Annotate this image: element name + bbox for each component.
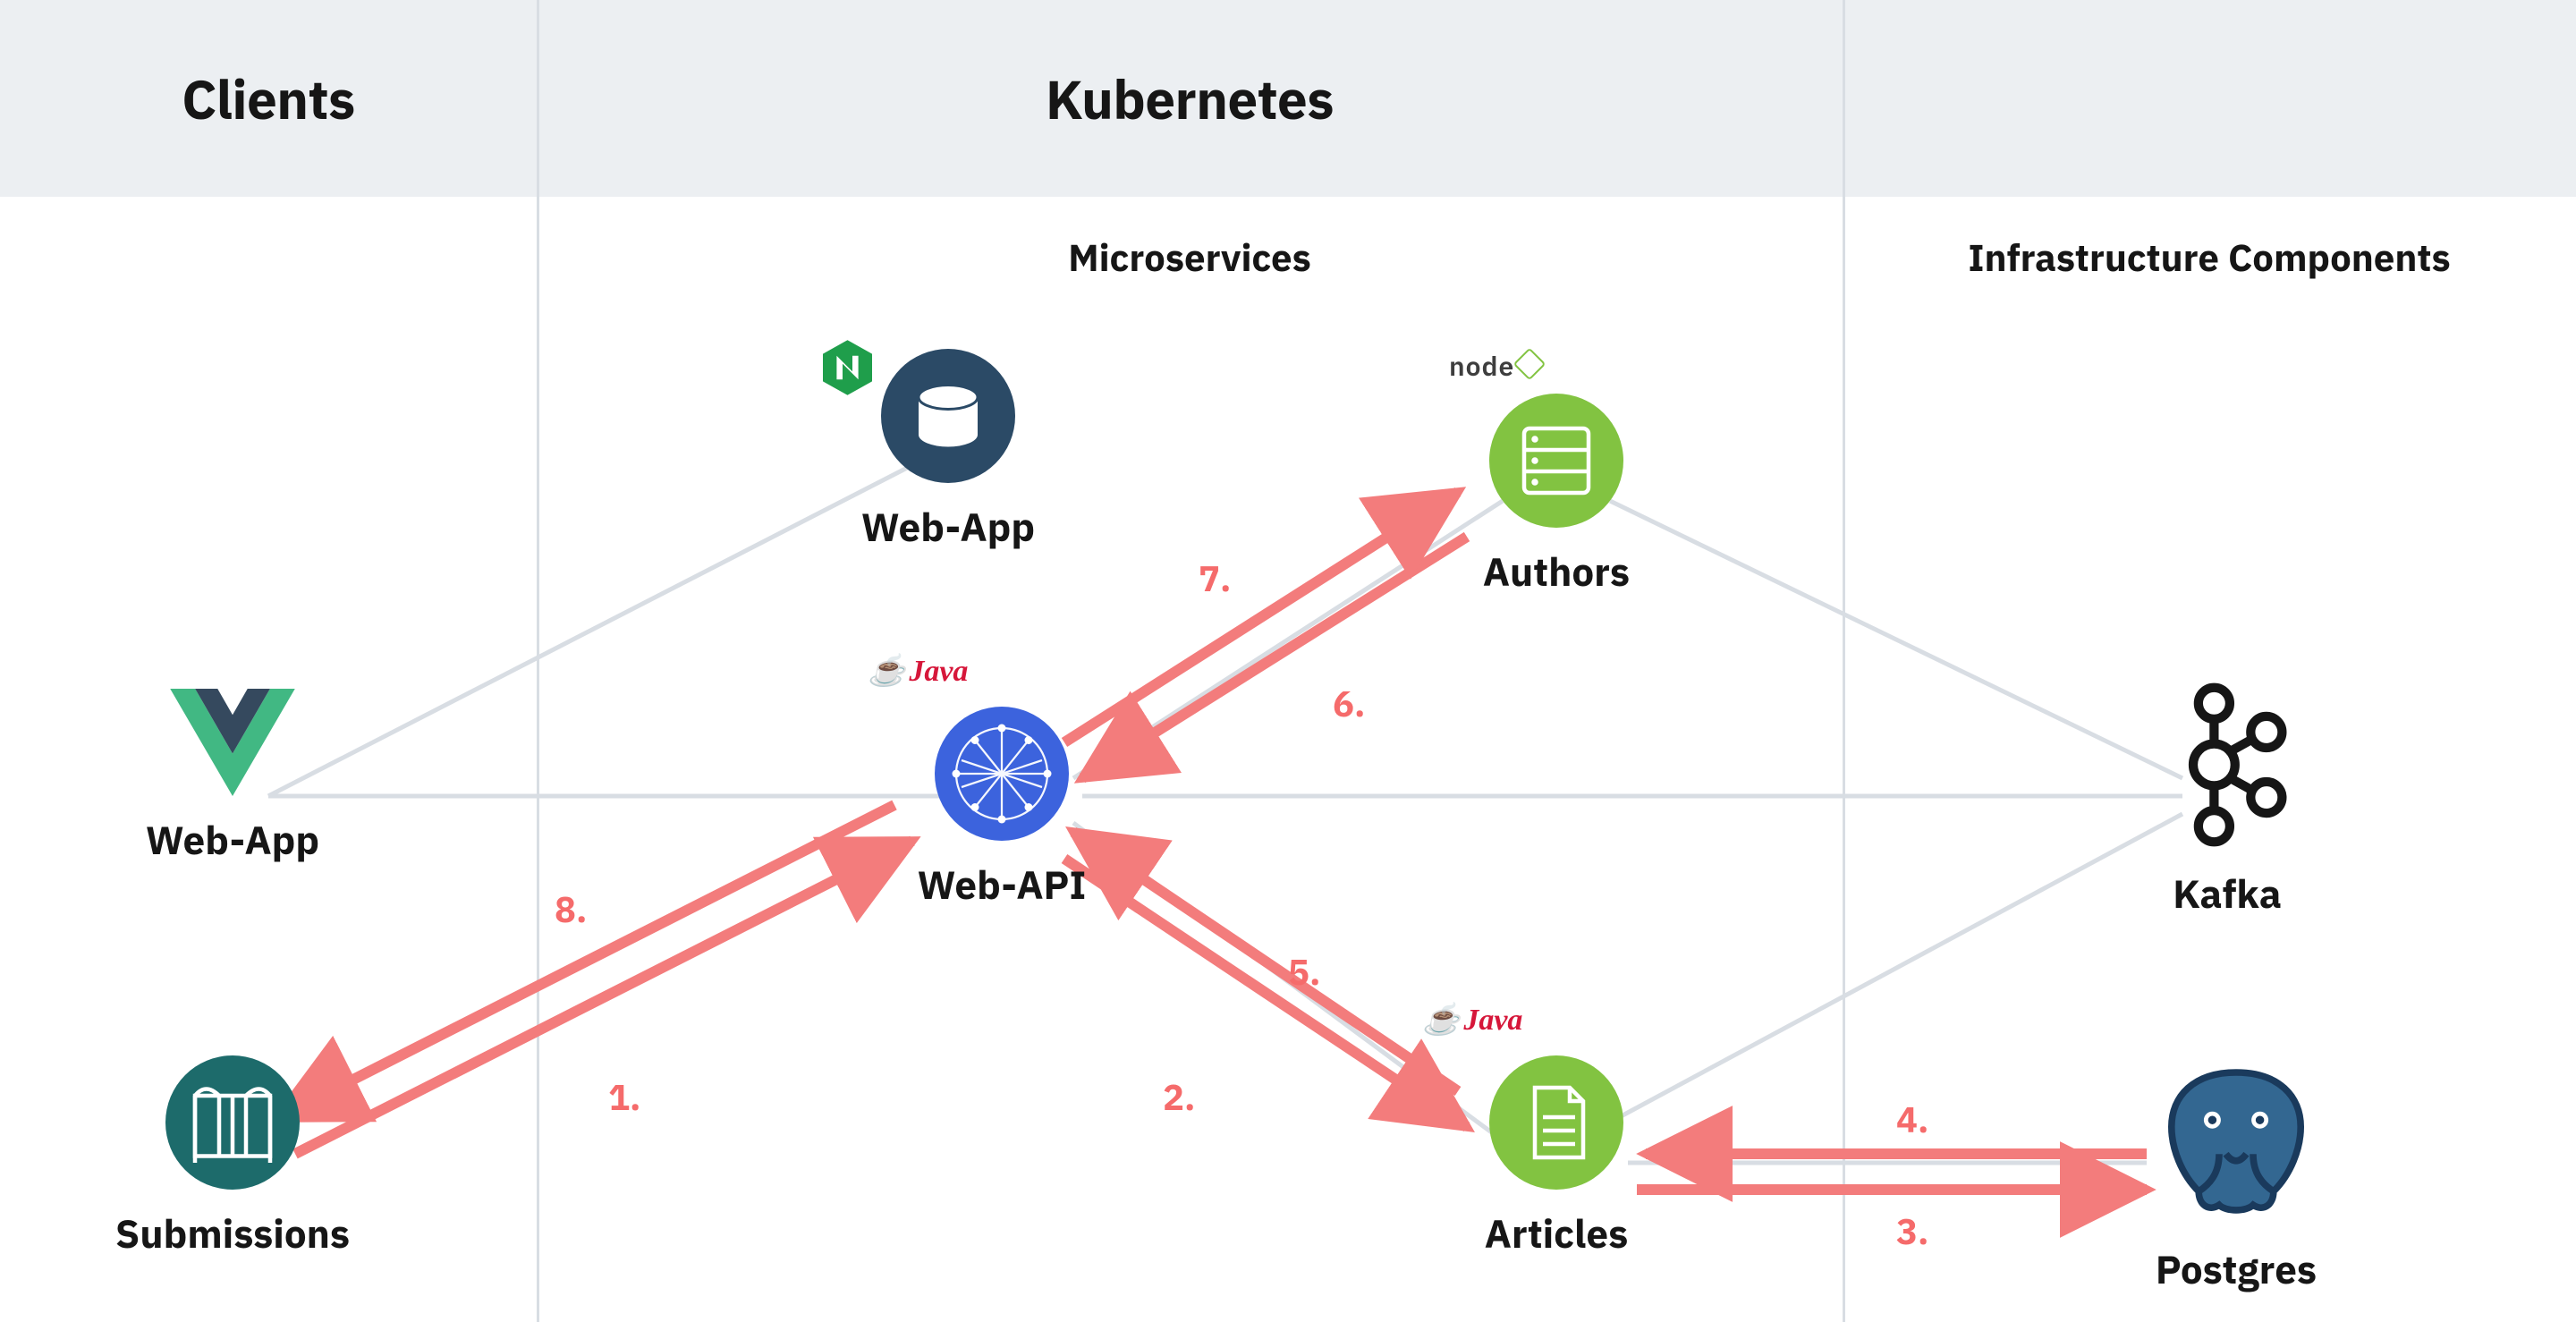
step-1: 1.	[608, 1073, 640, 1120]
java-badge-api-label: Java	[909, 655, 968, 688]
column-header-clients-label: Clients	[182, 64, 355, 134]
diagram-stage: Clients Kubernetes Microservices Infrast…	[0, 0, 2576, 1322]
step-5: 5.	[1288, 948, 1320, 995]
node-kafka-label: Kafka	[2111, 869, 2343, 919]
webapp-icon	[881, 349, 1015, 483]
step-2: 2.	[1163, 1073, 1195, 1120]
node-submissions: Submissions	[98, 1055, 367, 1259]
authors-icon	[1489, 394, 1623, 528]
node-ms-webapp: Web-App	[832, 349, 1064, 553]
node-submissions-label: Submissions	[98, 1208, 367, 1259]
node-authors: node Authors	[1440, 394, 1673, 597]
node-kafka: Kafka	[2111, 680, 2343, 919]
node-ms-webapp-label: Web-App	[832, 502, 1064, 553]
subheader-infra-label: Infrastructure Components	[1968, 233, 2450, 282]
column-divider-2	[1843, 0, 1845, 1322]
nginx-badge	[823, 340, 872, 401]
postgres-icon	[2151, 1055, 2321, 1225]
node-articles: ☕Java Articles	[1440, 1055, 1673, 1259]
node-web-api: ☕Java Web-API	[886, 707, 1118, 911]
step-3: 3.	[1896, 1208, 1928, 1254]
step-8: 8.	[555, 886, 587, 932]
node-postgres-label: Postgres	[2111, 1244, 2361, 1295]
web-api-icon	[935, 707, 1069, 841]
submissions-icon	[165, 1055, 300, 1190]
column-divider-1	[537, 0, 539, 1322]
node-client-webapp-label: Web-App	[107, 815, 358, 866]
subheader-microservices-label: Microservices	[1068, 233, 1311, 282]
kafka-icon	[2160, 680, 2294, 850]
step-6: 6.	[1333, 680, 1365, 726]
subheader-infra: Infrastructure Components	[1843, 233, 2576, 282]
step-7: 7.	[1199, 555, 1231, 601]
nginx-icon	[823, 340, 872, 395]
articles-icon	[1489, 1055, 1623, 1190]
node-postgres: Postgres	[2111, 1055, 2361, 1295]
java-badge-api: ☕Java	[868, 653, 968, 689]
node-client-webapp: Web-App	[107, 689, 358, 866]
java-badge-articles: ☕Java	[1422, 1002, 1522, 1038]
column-header-kubernetes: Kubernetes	[537, 0, 1843, 197]
column-header-clients: Clients	[0, 0, 537, 197]
step-4: 4.	[1896, 1096, 1928, 1142]
vue-icon	[170, 689, 295, 796]
node-badge-authors: node	[1449, 349, 1541, 384]
node-badge-authors-label: node	[1449, 349, 1514, 384]
subheader-microservices: Microservices	[537, 233, 1843, 282]
node-web-api-label: Web-API	[886, 860, 1118, 911]
node-articles-label: Articles	[1440, 1208, 1673, 1259]
node-authors-label: Authors	[1440, 547, 1673, 597]
column-header-kubernetes-label: Kubernetes	[1046, 64, 1334, 134]
java-badge-articles-label: Java	[1463, 1004, 1522, 1037]
